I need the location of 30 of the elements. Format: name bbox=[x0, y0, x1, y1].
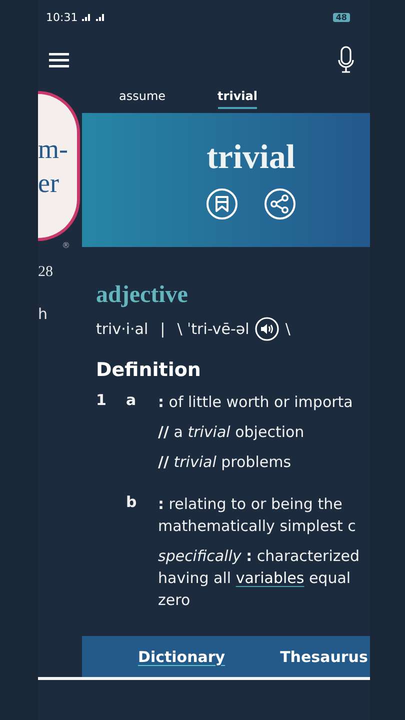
sense-letter: b bbox=[126, 493, 137, 511]
pronunciation-text: \ bbox=[285, 320, 290, 338]
microphone-icon[interactable] bbox=[338, 46, 354, 74]
word-tab[interactable]: trivial bbox=[218, 86, 258, 109]
definition-text: // trivial problems bbox=[158, 452, 292, 473]
drawer-item[interactable]: 28 bbox=[38, 264, 53, 281]
headword: trivial bbox=[206, 140, 296, 176]
sense-letter: a bbox=[126, 391, 136, 409]
section-heading: Definition bbox=[96, 359, 201, 381]
drawer-item[interactable]: h bbox=[38, 305, 48, 323]
status-time: 10:31 bbox=[46, 10, 78, 24]
nav-tab[interactable]: Thesaurus bbox=[280, 648, 368, 666]
separator-text: | bbox=[160, 320, 166, 338]
definition-text: specifically : characterized having all variables equal zero bbox=[158, 546, 360, 611]
speaker-icon[interactable] bbox=[255, 317, 280, 341]
syllables-text: triv·i·al bbox=[96, 320, 148, 338]
menu-icon[interactable] bbox=[49, 52, 69, 68]
definition-text: : relating to or being the mathematically simplest c bbox=[158, 494, 357, 537]
word-link[interactable]: variables bbox=[236, 569, 304, 587]
definition-text: // a trivial objection bbox=[158, 422, 306, 443]
part-of-speech: adjective bbox=[96, 281, 188, 309]
word-tab[interactable]: assume bbox=[119, 86, 166, 109]
pronunciation-text: \ ˈtri-vē-əl bbox=[177, 320, 250, 338]
trademark-mark: ® bbox=[62, 241, 70, 250]
bookmark-icon[interactable] bbox=[206, 188, 238, 220]
share-icon[interactable] bbox=[264, 188, 296, 220]
sense-number: 1 bbox=[96, 391, 106, 409]
definition-text: : of little worth or importa bbox=[158, 392, 353, 413]
battery-indicator: 48 bbox=[332, 12, 350, 22]
nav-tab[interactable]: Dictionary bbox=[138, 648, 226, 666]
